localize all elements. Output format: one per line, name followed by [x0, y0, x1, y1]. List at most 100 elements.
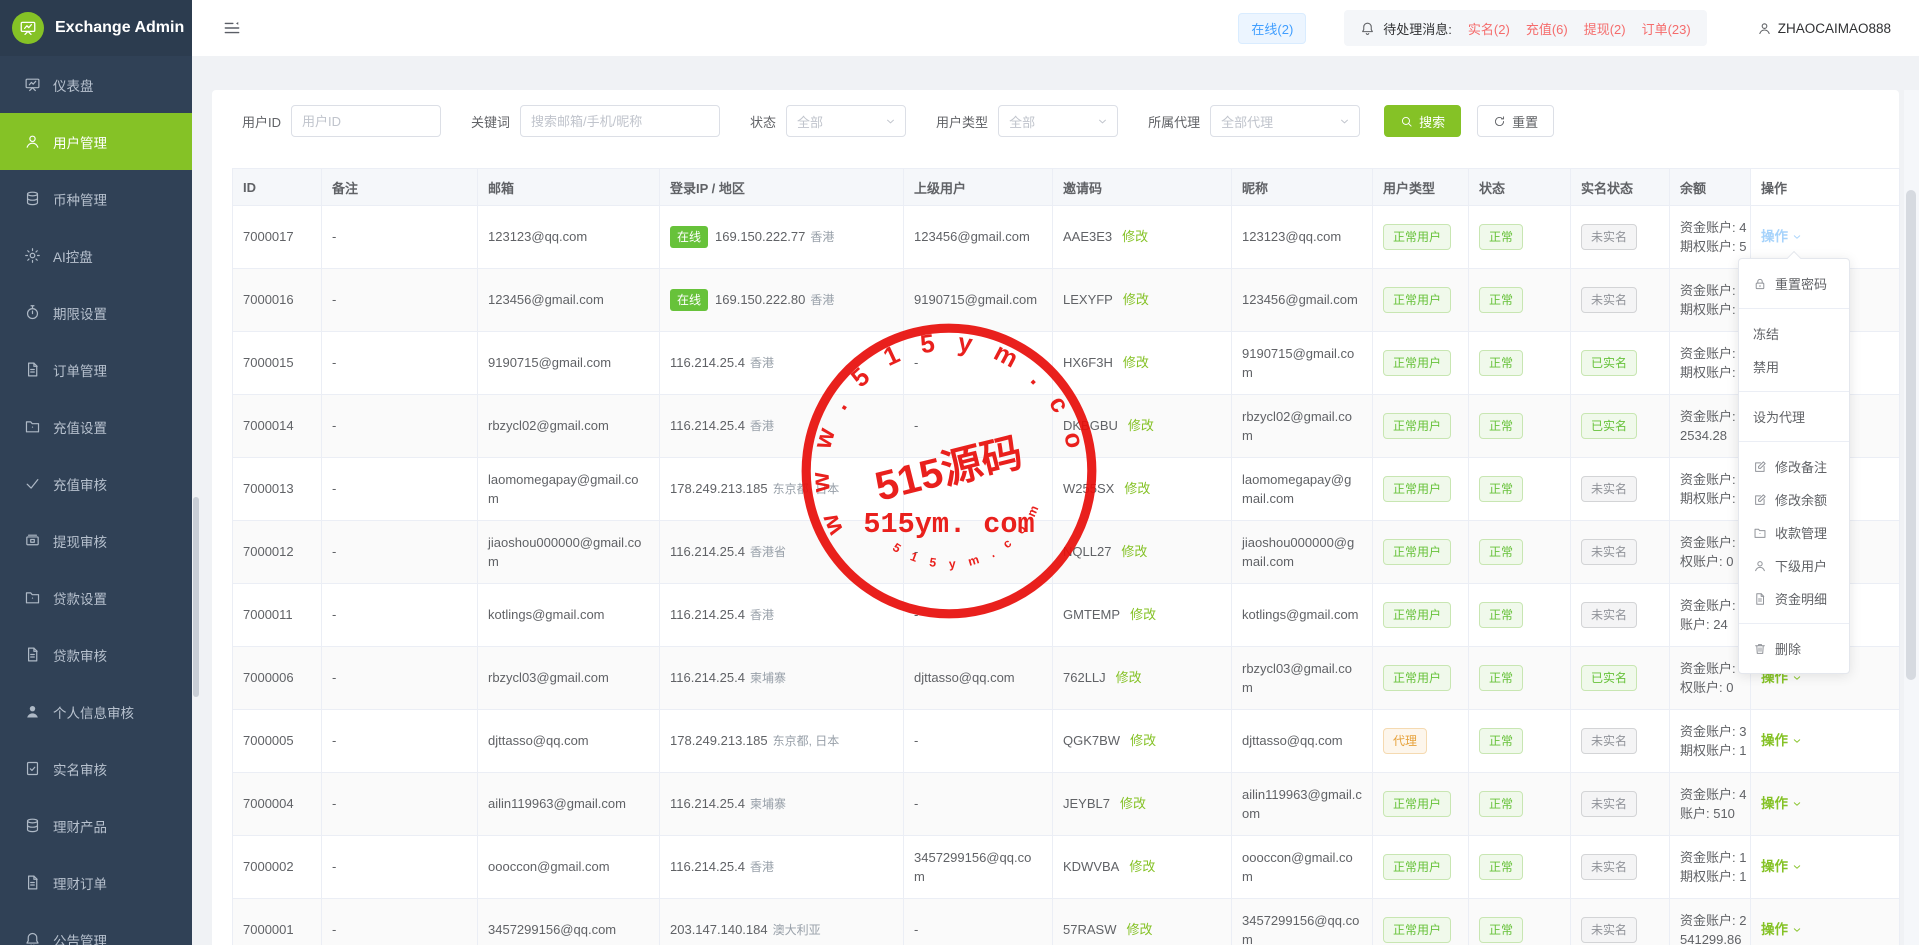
sidebar-item-贷款审核[interactable]: 贷款审核: [0, 626, 192, 683]
sidebar-item-实名审核[interactable]: 实名审核: [0, 740, 192, 797]
cell-user-type: 正常用户: [1373, 332, 1469, 395]
realname-badge: 未实名: [1581, 854, 1637, 880]
pending-message-item[interactable]: 订单(23): [1642, 22, 1691, 37]
invite-edit-link[interactable]: 修改: [1130, 733, 1156, 748]
login-region: 香港省: [750, 545, 786, 559]
sidebar-item-理财产品[interactable]: 理财产品: [0, 797, 192, 854]
menu-item-设为代理[interactable]: 设为代理: [1739, 400, 1849, 433]
sidebar-item-期限设置[interactable]: 期限设置: [0, 284, 192, 341]
cell-id: 7000014: [233, 395, 322, 458]
menu-item-修改余额[interactable]: 修改余额: [1739, 483, 1849, 516]
invite-edit-link[interactable]: 修改: [1116, 670, 1142, 685]
sidebar-item-理财订单[interactable]: 理财订单: [0, 854, 192, 911]
sidebar-scrollbar-thumb[interactable]: [193, 497, 199, 697]
user-type-badge: 正常用户: [1383, 350, 1451, 376]
menu-item-资金明细[interactable]: 资金明细: [1739, 582, 1849, 615]
cell-email: 123456@gmail.com: [478, 269, 660, 332]
cell-email: kotlings@gmail.com: [478, 584, 660, 647]
row-action-dropdown[interactable]: 操作: [1761, 731, 1803, 751]
menu-item-下级用户[interactable]: 下级用户: [1739, 549, 1849, 582]
pending-message-item[interactable]: 充值(6): [1526, 22, 1568, 37]
user-id-input[interactable]: [291, 105, 441, 137]
cell-nickname: 123123@qq.com: [1232, 206, 1373, 269]
sidebar-item-提现审核[interactable]: 提现审核: [0, 512, 192, 569]
online-count-badge[interactable]: 在线(2): [1238, 13, 1306, 44]
menu-item-冻结[interactable]: 冻结: [1739, 317, 1849, 350]
cell-status: 正常: [1469, 647, 1571, 710]
sidebar-item-贷款设置[interactable]: 贷款设置: [0, 569, 192, 626]
search-button[interactable]: 搜索: [1384, 105, 1461, 137]
agent-select-value: 全部代理: [1221, 112, 1273, 131]
sidebar-item-label: 充值审核: [53, 474, 107, 494]
sidebar-item-AI控盘[interactable]: AI控盘: [0, 227, 192, 284]
page-scrollbar-track[interactable]: [1904, 90, 1919, 945]
action-menu-items: 重置密码冻结禁用设为代理修改备注修改余额收款管理下级用户资金明细删除: [1739, 267, 1849, 665]
sidebar-item-label: AI控盘: [53, 246, 93, 266]
login-ip: 169.150.222.77: [715, 229, 805, 244]
cell-invite-code: AAE3E3修改: [1053, 206, 1232, 269]
agent-select[interactable]: 全部代理: [1210, 105, 1360, 137]
reset-button[interactable]: 重置: [1477, 105, 1554, 137]
current-user[interactable]: ZHAOCAIMAO888: [1757, 21, 1891, 36]
invite-edit-link[interactable]: 修改: [1123, 355, 1149, 370]
status-badge: 正常: [1479, 665, 1523, 691]
cell-nickname: 3457299156@qq.com: [1232, 899, 1373, 945]
menu-item-收款管理[interactable]: 收款管理: [1739, 516, 1849, 549]
cell-invite-code: HX6F3H修改: [1053, 332, 1232, 395]
user-icon: [24, 133, 41, 150]
invite-edit-link[interactable]: 修改: [1122, 229, 1148, 244]
invite-edit-link[interactable]: 修改: [1121, 544, 1147, 559]
sidebar-item-公告管理[interactable]: 公告管理: [0, 911, 192, 945]
row-action-dropdown[interactable]: 操作: [1761, 920, 1803, 940]
invite-edit-link[interactable]: 修改: [1123, 292, 1149, 307]
sidebar-item-仪表盘[interactable]: 仪表盘: [0, 56, 192, 113]
row-action-dropdown[interactable]: 操作: [1761, 857, 1803, 877]
login-ip: 116.214.25.4: [670, 859, 745, 874]
pending-message-item[interactable]: 实名(2): [1468, 22, 1510, 37]
invite-edit-link[interactable]: 修改: [1130, 607, 1156, 622]
sidebar-item-充值审核[interactable]: 充值审核: [0, 455, 192, 512]
sidebar-item-币种管理[interactable]: 币种管理: [0, 170, 192, 227]
table-row: 7000013-laomomegapay@gmail.com178.249.21…: [233, 458, 1900, 521]
pending-message-items: 实名(2) 充值(6) 提现(2) 订单(23): [1452, 19, 1691, 38]
cell-user-type: 正常用户: [1373, 647, 1469, 710]
sidebar-item-个人信息审核[interactable]: 个人信息审核: [0, 683, 192, 740]
document-icon: [24, 361, 41, 378]
page-scrollbar-thumb[interactable]: [1906, 190, 1916, 680]
invite-edit-link[interactable]: 修改: [1120, 796, 1146, 811]
invite-edit-link[interactable]: 修改: [1129, 859, 1155, 874]
chevron-down-icon: [1791, 861, 1803, 873]
cell-realname-status: 已实名: [1571, 647, 1670, 710]
cell-email: oooccon@gmail.com: [478, 836, 660, 899]
cell-ip-region: 在线169.150.222.80香港: [660, 269, 904, 332]
status-select[interactable]: 全部: [786, 105, 906, 137]
invite-edit-link[interactable]: 修改: [1126, 922, 1152, 937]
sidebar-item-label: 个人信息审核: [53, 702, 134, 722]
table-row: 7000012-jiaoshou000000@gmail.com116.214.…: [233, 521, 1900, 584]
invite-edit-link[interactable]: 修改: [1128, 418, 1154, 433]
menu-item-禁用[interactable]: 禁用: [1739, 350, 1849, 383]
menu-item-重置密码[interactable]: 重置密码: [1739, 267, 1849, 300]
login-ip: 116.214.25.4: [670, 418, 745, 433]
cell-user-type: 正常用户: [1373, 773, 1469, 836]
cell-id: 7000015: [233, 332, 322, 395]
filter-keyword: 关键词: [471, 105, 720, 137]
pending-message-item[interactable]: 提现(2): [1584, 22, 1626, 37]
menu-item-label: 下级用户: [1775, 556, 1827, 575]
realname-badge: 未实名: [1581, 287, 1637, 313]
folder-icon: [1753, 526, 1767, 540]
row-action-dropdown[interactable]: 操作: [1761, 794, 1803, 814]
menu-item-修改备注[interactable]: 修改备注: [1739, 450, 1849, 483]
user-type-select[interactable]: 全部: [998, 105, 1118, 137]
keyword-input[interactable]: [520, 105, 720, 137]
sidebar-item-充值设置[interactable]: 充值设置: [0, 398, 192, 455]
sidebar-item-label: 提现审核: [53, 531, 107, 551]
sidebar-item-订单管理[interactable]: 订单管理: [0, 341, 192, 398]
cell-user-type: 正常用户: [1373, 899, 1469, 945]
invite-edit-link[interactable]: 修改: [1124, 481, 1150, 496]
sidebar-item-用户管理[interactable]: 用户管理: [0, 113, 192, 170]
menu-item-删除[interactable]: 删除: [1739, 632, 1849, 665]
sidebar-item-label: 期限设置: [53, 303, 107, 323]
collapse-sidebar-icon[interactable]: [222, 18, 242, 38]
row-action-dropdown[interactable]: 操作: [1761, 227, 1803, 247]
